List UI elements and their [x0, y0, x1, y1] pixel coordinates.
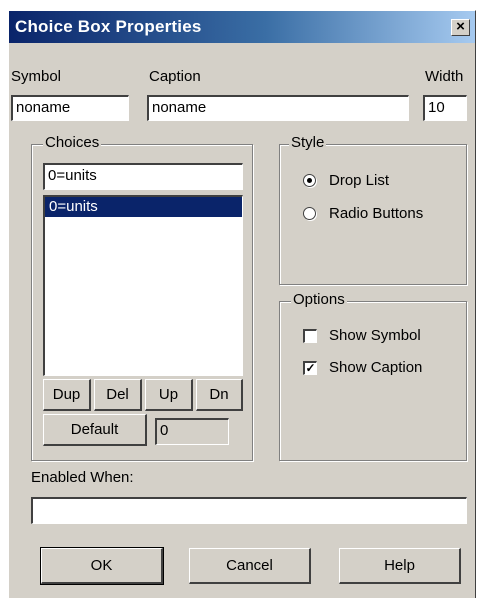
dup-button[interactable]: Dup [43, 379, 91, 411]
drop-list-label[interactable]: Drop List [329, 172, 389, 189]
title-bar[interactable]: Choice Box Properties × [9, 11, 475, 43]
up-button[interactable]: Up [145, 379, 193, 411]
window-title: Choice Box Properties [15, 17, 202, 36]
caption-input[interactable]: noname [147, 95, 409, 121]
options-group [279, 301, 467, 461]
radio-buttons-radio[interactable] [303, 207, 316, 220]
help-button[interactable]: Help [339, 548, 461, 584]
choices-listbox[interactable]: 0=units [43, 195, 243, 376]
default-value-field: 0 [155, 418, 229, 445]
width-label: Width [425, 68, 464, 85]
show-caption-checkbox[interactable]: ✓ [303, 361, 317, 375]
choice-edit-input[interactable]: 0=units [43, 163, 243, 190]
cancel-button[interactable]: Cancel [189, 548, 311, 584]
symbol-input[interactable]: noname [11, 95, 129, 121]
close-button[interactable]: × [451, 19, 470, 36]
list-item[interactable]: 0=units [45, 197, 242, 217]
default-button[interactable]: Default [43, 414, 147, 446]
width-input[interactable]: 10 [423, 95, 467, 121]
drop-list-radio[interactable] [303, 174, 316, 187]
caption-label: Caption [149, 68, 201, 85]
choices-group-title: Choices [43, 134, 102, 151]
radio-selected-dot [307, 178, 312, 183]
enabled-when-label: Enabled When: [31, 469, 134, 486]
style-group-title: Style [289, 134, 327, 151]
close-icon: × [456, 18, 465, 35]
ok-button[interactable]: OK [40, 547, 164, 585]
radio-buttons-label[interactable]: Radio Buttons [329, 205, 423, 222]
dn-button[interactable]: Dn [196, 379, 243, 411]
show-caption-label[interactable]: Show Caption [329, 359, 422, 376]
checkmark-icon: ✓ [305, 361, 316, 375]
options-group-title: Options [291, 291, 347, 308]
enabled-when-input[interactable] [31, 497, 467, 524]
del-button[interactable]: Del [94, 379, 142, 411]
symbol-label: Symbol [11, 68, 62, 85]
show-symbol-checkbox[interactable] [303, 329, 317, 343]
choice-box-properties-dialog: Choice Box Properties × Symbol noname Ca… [8, 10, 476, 598]
show-symbol-label[interactable]: Show Symbol [329, 327, 421, 344]
